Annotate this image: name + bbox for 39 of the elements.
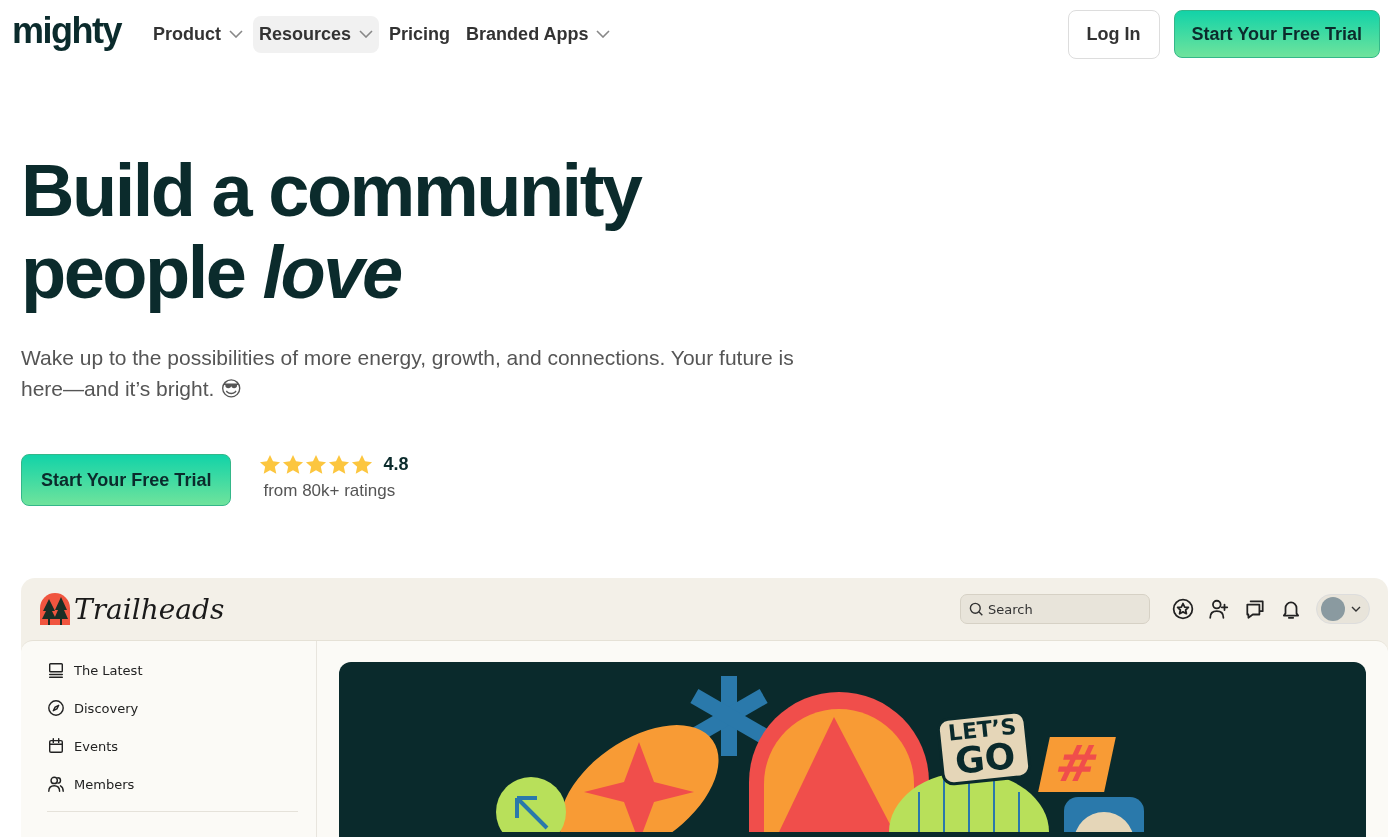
sidebar-item[interactable]: Events bbox=[47, 727, 118, 765]
toolbar-button[interactable] bbox=[1172, 598, 1194, 620]
compass-icon bbox=[47, 699, 65, 717]
community-name: Trailheads bbox=[74, 592, 225, 626]
nav-link[interactable]: Pricing bbox=[383, 15, 457, 53]
nav-link[interactable]: Branded Apps bbox=[460, 15, 617, 53]
sidebar-item[interactable]: Discovery bbox=[47, 689, 139, 727]
toolbar-button[interactable] bbox=[1244, 598, 1266, 620]
star-icon bbox=[259, 454, 282, 475]
free-trial-button[interactable]: Start Your Free Trial bbox=[1173, 10, 1380, 58]
members-icon bbox=[47, 775, 65, 793]
hash-sticker: # bbox=[1038, 737, 1116, 792]
logo[interactable]: mighty bbox=[12, 10, 121, 52]
nav-link[interactable]: Product bbox=[147, 15, 250, 53]
free-trial-button[interactable]: Start Your Free Trial bbox=[21, 454, 232, 506]
chat-bubbles-icon bbox=[1244, 598, 1266, 620]
login-button[interactable]: Log In bbox=[1067, 9, 1160, 59]
star-icon bbox=[351, 454, 374, 475]
sidebar-item[interactable]: Members bbox=[47, 765, 135, 803]
search-icon bbox=[969, 602, 983, 616]
hero-title: Build a community people love bbox=[21, 150, 643, 314]
account-menu-button[interactable] bbox=[1316, 594, 1370, 624]
star-icon bbox=[282, 454, 305, 475]
search-field[interactable]: Search bbox=[960, 594, 1150, 624]
hero-subtitle: Wake up to the possibilities of more energy, growth, and connections. Your future is here—and it’s bright. 😎 bbox=[21, 345, 795, 402]
chevron-down-icon bbox=[1351, 606, 1361, 612]
sidebar-item[interactable]: The Latest bbox=[47, 651, 143, 689]
add-user-icon bbox=[1208, 598, 1230, 620]
star-badge-icon bbox=[1172, 598, 1194, 620]
rating-score: 4.8 bbox=[383, 454, 409, 475]
trees-logo-icon bbox=[40, 593, 70, 625]
monitor-icon bbox=[47, 661, 65, 679]
avatar bbox=[1321, 597, 1345, 621]
calendar-icon bbox=[47, 737, 65, 755]
toolbar-button[interactable] bbox=[1208, 598, 1230, 620]
rating-caption: from 80k+ ratings bbox=[263, 481, 397, 501]
star-icon bbox=[305, 454, 328, 475]
star-icon bbox=[328, 454, 351, 475]
nav-link[interactable]: Resources bbox=[253, 15, 380, 53]
